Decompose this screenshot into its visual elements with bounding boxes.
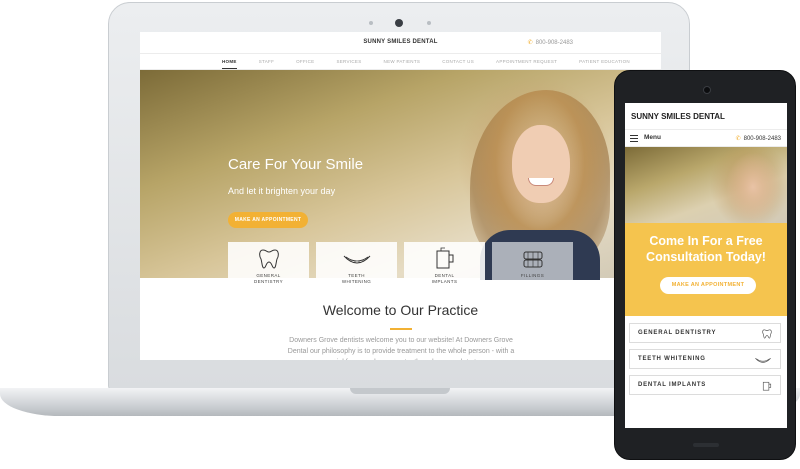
phone-number: 800-908-2483 [535, 40, 573, 46]
mobile-service-general-dentistry[interactable]: GENERAL DENTISTRY [629, 323, 781, 343]
service-label: GENERAL DENTISTRY [253, 273, 284, 284]
service-label: TEETH WHITENING [341, 273, 372, 284]
mobile-menu-button[interactable]: Menu [644, 134, 661, 141]
laptop-notch [350, 388, 450, 394]
mobile-phone[interactable]: ✆ 800-908-2483 [736, 135, 781, 142]
service-label: DENTAL IMPLANTS [431, 273, 458, 284]
smile-icon [755, 357, 771, 363]
nav-patient-education[interactable]: PATIENT EDUCATION [579, 54, 630, 69]
service-label: FILLINGS [520, 273, 545, 278]
mobile-service-dental-implants[interactable]: DENTAL IMPLANTS [629, 375, 781, 395]
service-card-dental-implants[interactable]: DENTAL IMPLANTS [404, 242, 485, 294]
mobile-hero-image [625, 147, 787, 223]
hero-photo-face [512, 125, 570, 203]
welcome-divider [390, 328, 412, 330]
laptop-screen: SUNNY SMILES DENTAL ✆ 800-908-2483 HOME S… [140, 32, 661, 360]
nav-contact-us[interactable]: CONTACT US [442, 54, 474, 69]
braces-icon [523, 251, 542, 268]
nav-new-patients[interactable]: NEW PATIENTS [384, 54, 421, 69]
mobile-service-label: TEETH WHITENING [638, 356, 706, 362]
hero-photo-smile [528, 178, 554, 186]
hero-title: Care For Your Smile [228, 156, 364, 173]
site-brand[interactable]: SUNNY SMILES DENTAL [140, 39, 661, 45]
make-appointment-button[interactable]: MAKE AN APPOINTMENT [228, 212, 308, 228]
mobile-phone-number: 800-908-2483 [743, 136, 781, 142]
hero-banner: Care For Your Smile And let it brighten … [140, 70, 661, 294]
service-card-general-dentistry[interactable]: GENERAL DENTISTRY [228, 242, 309, 294]
header-phone[interactable]: ✆ 800-908-2483 [528, 39, 573, 46]
cup-icon [436, 247, 453, 269]
welcome-text: Downers Grove dentists welcome you to ou… [287, 337, 515, 360]
smile-icon [343, 255, 370, 264]
mobile-service-teeth-whitening[interactable]: TEETH WHITENING [629, 349, 781, 369]
mobile-cta-banner: Come In For a Free Consultation Today! M… [625, 223, 787, 316]
hamburger-icon[interactable] [630, 135, 638, 142]
mobile-service-label: GENERAL DENTISTRY [638, 330, 717, 336]
phone-speaker [693, 443, 719, 447]
nav-staff[interactable]: STAFF [259, 54, 274, 69]
site-header: SUNNY SMILES DENTAL ✆ 800-908-2483 [140, 32, 661, 54]
phone-camera [703, 86, 711, 94]
camera-indicator [427, 21, 431, 25]
camera-indicator [369, 21, 373, 25]
service-card-teeth-whitening[interactable]: TEETH WHITENING [316, 242, 397, 294]
tooth-icon [258, 249, 279, 269]
nav-office[interactable]: OFFICE [296, 54, 314, 69]
cup-icon [762, 381, 772, 391]
mobile-brand[interactable]: SUNNY SMILES DENTAL [631, 112, 725, 121]
laptop-camera [395, 19, 403, 27]
phone-icon: ✆ [735, 136, 741, 142]
mobile-cta-title: Come In For a Free Consultation Today! [646, 234, 766, 264]
phone-icon: ✆ [527, 40, 533, 46]
service-card-fillings[interactable]: FILLINGS [492, 242, 573, 294]
mobile-menu-bar: Menu ✆ 800-908-2483 [625, 129, 787, 147]
phone-screen: SUNNY SMILES DENTAL Menu ✆ 800-908-2483 C… [625, 103, 787, 428]
main-nav: HOME STAFF OFFICE SERVICES NEW PATIENTS … [140, 54, 661, 70]
services-row: GENERAL DENTISTRY TEETH WHITENING DENTAL… [228, 242, 573, 294]
hero-subtitle: And let it brighten your day [228, 186, 336, 196]
phone-frame: SUNNY SMILES DENTAL Menu ✆ 800-908-2483 C… [614, 70, 796, 460]
tooth-icon [762, 329, 772, 339]
nav-home[interactable]: HOME [222, 54, 237, 69]
welcome-title: Welcome to Our Practice [322, 302, 479, 318]
mobile-service-label: DENTAL IMPLANTS [638, 382, 707, 388]
nav-appointment-request[interactable]: APPOINTMENT REQUEST [496, 54, 557, 69]
mobile-make-appointment-button[interactable]: MAKE AN APPOINTMENT [660, 277, 756, 294]
nav-services[interactable]: SERVICES [336, 54, 361, 69]
mobile-services-list: GENERAL DENTISTRY TEETH WHITENING DENTAL… [629, 323, 781, 401]
